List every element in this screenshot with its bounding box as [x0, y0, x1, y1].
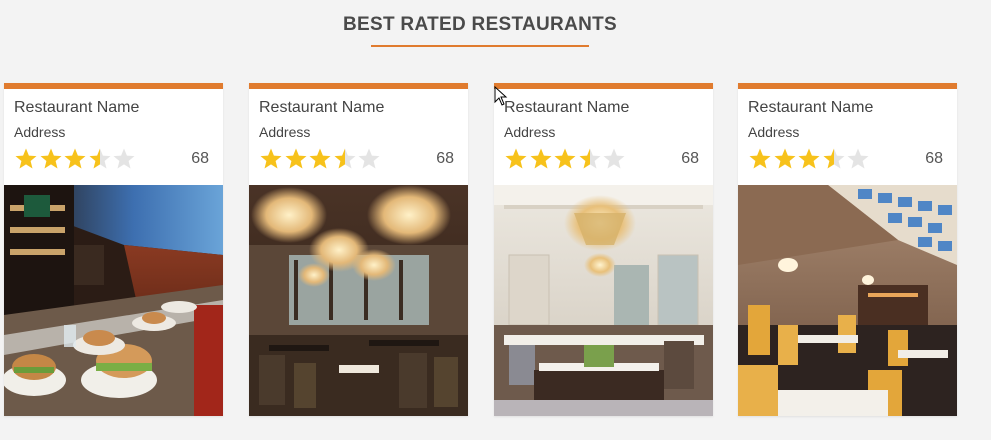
- rating-count: 68: [191, 150, 209, 167]
- star-filled-icon: [504, 147, 528, 171]
- rating-count: 68: [436, 150, 454, 167]
- star-filled-icon: [748, 147, 772, 171]
- rating-count: 68: [681, 150, 699, 167]
- ballroom-crystal-chandelier-photo[interactable]: [494, 185, 713, 416]
- restaurant-address: Address: [504, 124, 556, 140]
- star-filled-icon: [797, 147, 821, 171]
- star-empty-icon: [846, 147, 870, 171]
- star-rating: [14, 147, 137, 171]
- star-filled-icon: [14, 147, 38, 171]
- restaurant-card[interactable]: Restaurant Name Address 68: [249, 83, 468, 416]
- restaurant-card[interactable]: Restaurant Name Address 68: [4, 83, 223, 416]
- star-filled-icon: [63, 147, 87, 171]
- star-filled-icon: [39, 147, 63, 171]
- star-rating: [748, 147, 871, 171]
- title-underline: [371, 45, 589, 47]
- star-empty-icon: [602, 147, 626, 171]
- page: BEST RATED RESTAURANTS Restaurant Name A…: [0, 0, 991, 440]
- star-empty-icon: [357, 147, 381, 171]
- restaurant-name[interactable]: Restaurant Name: [504, 99, 629, 117]
- chandelier-dining-hall-photo[interactable]: [249, 185, 468, 416]
- card-info: Restaurant Name Address 68: [4, 89, 223, 185]
- rating-count: 68: [925, 150, 943, 167]
- card-info: Restaurant Name Address 68: [249, 89, 468, 185]
- star-half-icon: [578, 147, 602, 171]
- star-filled-icon: [553, 147, 577, 171]
- star-filled-icon: [773, 147, 797, 171]
- star-empty-icon: [112, 147, 136, 171]
- mouse-cursor-icon: [494, 86, 508, 106]
- restaurant-card-list: Restaurant Name Address 68 Restaurant Na…: [4, 83, 964, 418]
- star-half-icon: [88, 147, 112, 171]
- restaurant-name[interactable]: Restaurant Name: [14, 99, 139, 117]
- card-info: Restaurant Name Address 68: [738, 89, 957, 185]
- star-filled-icon: [308, 147, 332, 171]
- card-info: Restaurant Name Address 68: [494, 89, 713, 185]
- section-title: BEST RATED RESTAURANTS: [342, 14, 617, 35]
- restaurant-card[interactable]: Restaurant Name Address 68: [494, 83, 713, 416]
- restaurant-name[interactable]: Restaurant Name: [748, 99, 873, 117]
- star-half-icon: [822, 147, 846, 171]
- restaurant-address: Address: [259, 124, 311, 140]
- star-filled-icon: [259, 147, 283, 171]
- star-half-icon: [333, 147, 357, 171]
- skylight-dining-room-photo[interactable]: [738, 185, 957, 416]
- restaurant-name[interactable]: Restaurant Name: [259, 99, 384, 117]
- star-filled-icon: [529, 147, 553, 171]
- restaurant-address: Address: [14, 124, 66, 140]
- star-rating: [259, 147, 382, 171]
- restaurant-address: Address: [748, 124, 800, 140]
- star-filled-icon: [284, 147, 308, 171]
- star-rating: [504, 147, 627, 171]
- restaurant-card[interactable]: Restaurant Name Address 68: [738, 83, 957, 416]
- bar-counter-burgers-photo[interactable]: [4, 185, 223, 416]
